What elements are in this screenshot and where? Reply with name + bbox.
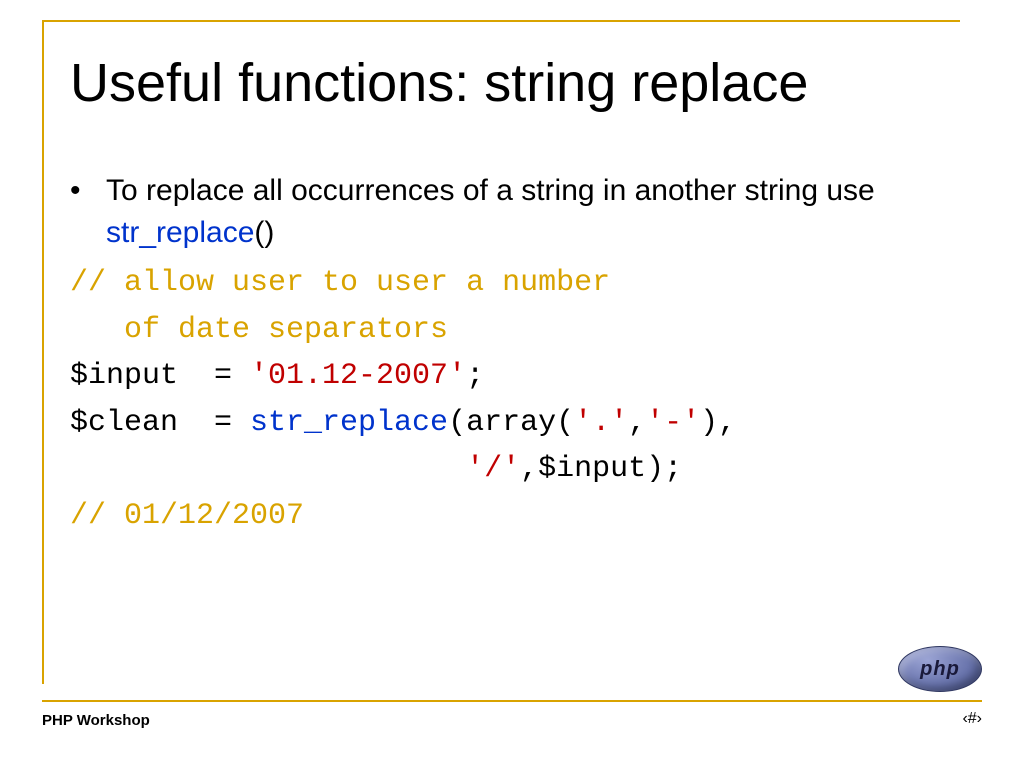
code-token: $clean =: [70, 406, 250, 440]
page-number: #: [968, 710, 977, 727]
frame-top: [42, 20, 960, 22]
code-function: str_replace: [250, 406, 448, 440]
php-logo-text: php: [920, 658, 960, 681]
php-logo-ellipse: php: [898, 646, 982, 692]
slide: Useful functions: string replace • To re…: [0, 0, 1024, 768]
code-comment-line: // allow user to user a number: [70, 266, 610, 300]
function-name: str_replace: [106, 216, 254, 249]
code-token: ,$input);: [520, 452, 682, 486]
frame-left: [42, 20, 44, 684]
code-comment-line: // 01/12/2007: [70, 499, 304, 533]
bullet-text-before: To replace all occurrences of a string i…: [106, 174, 875, 207]
code-block: // allow user to user a number of date s…: [70, 260, 970, 539]
code-string: '-': [646, 406, 700, 440]
code-token: ,: [628, 406, 646, 440]
code-comment-line: of date separators: [70, 313, 448, 347]
code-string: '/': [466, 452, 520, 486]
footer-page-number: ‹#›: [962, 710, 982, 728]
code-indent: [70, 452, 466, 486]
code-token: ;: [466, 359, 484, 393]
php-logo: php: [898, 646, 982, 692]
bullet-marker: •: [70, 170, 106, 254]
code-token: $input =: [70, 359, 250, 393]
code-string: '01.12-2007': [250, 359, 466, 393]
bullet-text-after: (): [254, 216, 274, 249]
footer-divider: [42, 700, 982, 702]
slide-body: • To replace all occurrences of a string…: [70, 170, 970, 539]
bullet-text: To replace all occurrences of a string i…: [106, 170, 970, 254]
page-suffix: ›: [977, 710, 982, 727]
slide-title: Useful functions: string replace: [70, 52, 808, 114]
code-string: '.': [574, 406, 628, 440]
bullet-item: • To replace all occurrences of a string…: [70, 170, 970, 254]
code-token: (array(: [448, 406, 574, 440]
code-token: ),: [700, 406, 736, 440]
footer-left: PHP Workshop: [42, 712, 150, 729]
